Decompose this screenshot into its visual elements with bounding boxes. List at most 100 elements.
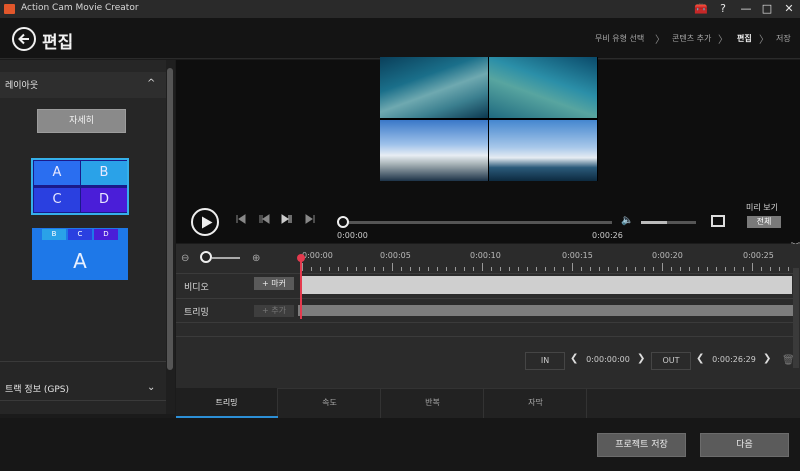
step-back-icon[interactable] — [258, 214, 270, 227]
in-prev-icon[interactable]: ❮ — [570, 353, 578, 364]
breadcrumb-item-content: 콘텐츠 추가 — [672, 34, 712, 43]
preview-label: 미리 보기 — [746, 203, 778, 212]
tab-trim[interactable]: 트리밍 — [176, 388, 278, 418]
tick-label: 0:00:25 — [743, 251, 774, 260]
ruler-tick — [599, 267, 600, 271]
toolbox-icon[interactable]: 🧰 — [690, 1, 712, 17]
ruler-tick — [509, 267, 510, 271]
skip-start-icon[interactable] — [236, 214, 246, 227]
ruler-tick — [716, 267, 717, 271]
zoom-in-icon[interactable]: ⊕ — [252, 253, 260, 264]
out-time[interactable]: 0:00:26:29 — [708, 352, 760, 370]
tab-repeat[interactable]: 반복 — [382, 388, 484, 418]
layout-cell-d: D — [94, 229, 118, 240]
current-time: 0:00:00 — [337, 231, 368, 240]
tick-label: 0:00:05 — [380, 251, 411, 260]
play-icon — [202, 216, 213, 229]
play-button[interactable] — [191, 208, 219, 236]
seek-bar[interactable] — [342, 221, 612, 224]
divider — [0, 361, 166, 362]
ruler-tick — [320, 267, 321, 271]
ruler-tick — [545, 267, 546, 271]
back-button[interactable] — [12, 27, 36, 51]
playhead-handle[interactable] — [297, 254, 305, 262]
ruler-tick — [356, 267, 357, 271]
timeline-ruler[interactable] — [302, 263, 792, 271]
track-label-trim: 트리밍 — [184, 308, 209, 318]
ruler-tick — [662, 263, 663, 271]
ruler-tick — [482, 263, 483, 271]
tab-speed[interactable]: 속도 — [279, 388, 381, 418]
divider — [176, 273, 796, 274]
ruler-tick — [779, 267, 780, 271]
video-tile-a — [380, 57, 488, 118]
ruler-tick — [302, 263, 303, 271]
zoom-slider[interactable] — [212, 257, 240, 259]
skip-end-icon[interactable] — [305, 214, 315, 227]
ruler-tick — [374, 267, 375, 271]
timeline-scrollbar[interactable] — [793, 268, 799, 368]
chevron-down-icon[interactable]: ⌄ — [147, 382, 155, 393]
add-trim-button[interactable]: + 추가 — [254, 305, 294, 317]
layout-section-label: 레이아웃 — [5, 81, 39, 91]
ruler-tick — [572, 263, 573, 271]
out-next-icon[interactable]: ❯ — [763, 353, 771, 364]
ruler-tick — [473, 267, 474, 271]
left-scrollbar-thumb[interactable] — [167, 68, 173, 370]
ruler-tick — [698, 267, 699, 271]
volume-icon[interactable]: 🔈 — [621, 215, 633, 226]
layout-cell-a: A — [34, 161, 80, 185]
ruler-tick — [392, 263, 393, 271]
in-time[interactable]: 0:00:00:00 — [582, 352, 634, 370]
step-forward-icon[interactable] — [281, 214, 293, 227]
add-marker-button[interactable]: + 마커 — [254, 277, 294, 290]
ruler-tick — [689, 267, 690, 271]
in-next-icon[interactable]: ❯ — [637, 353, 645, 364]
ruler-tick — [563, 267, 564, 271]
tick-label: 0:00:00 — [302, 251, 333, 260]
zoom-handle[interactable] — [200, 251, 212, 263]
divider — [176, 336, 796, 337]
trash-icon[interactable]: 🗑 — [782, 355, 795, 366]
ruler-tick — [788, 267, 789, 271]
video-preview — [380, 57, 598, 181]
next-button[interactable]: 다음 — [700, 433, 789, 457]
video-track-clip[interactable] — [302, 276, 792, 294]
help-button[interactable]: ? — [712, 1, 734, 17]
trim-track-clip[interactable] — [298, 305, 794, 316]
layout-cell-b: B — [42, 229, 66, 240]
tab-subtitle[interactable]: 자막 — [485, 388, 587, 418]
ruler-tick — [464, 267, 465, 271]
maximize-button[interactable]: □ — [756, 1, 778, 17]
chevron-up-icon[interactable]: ^ — [147, 78, 155, 89]
save-project-button[interactable]: 프로젝트 저장 — [597, 433, 686, 457]
ruler-tick — [581, 267, 582, 271]
ruler-tick — [707, 267, 708, 271]
gps-section-label[interactable]: 트랙 정보 (GPS) — [5, 382, 69, 395]
video-tile-d — [489, 120, 597, 181]
ruler-tick — [437, 267, 438, 271]
fullscreen-icon[interactable] — [711, 215, 725, 227]
ruler-tick — [626, 267, 627, 271]
ruler-tick — [329, 267, 330, 271]
playhead[interactable] — [300, 255, 302, 319]
divider — [176, 298, 796, 299]
video-tile-b — [489, 57, 597, 118]
ruler-tick — [401, 267, 402, 271]
ruler-tick — [617, 267, 618, 271]
layout-option-quad[interactable]: A B C D — [31, 158, 129, 215]
ruler-tick — [419, 267, 420, 271]
ruler-tick — [500, 267, 501, 271]
ruler-tick — [752, 263, 753, 271]
minimize-button[interactable]: — — [735, 1, 757, 17]
layout-cell-c: C — [34, 188, 80, 212]
seek-handle[interactable] — [337, 216, 349, 228]
detail-button[interactable]: 자세히 — [37, 109, 126, 133]
preview-all-button[interactable]: 전체 — [747, 216, 781, 228]
zoom-out-icon[interactable]: ⊖ — [181, 253, 189, 264]
video-tile-c — [380, 120, 488, 181]
layout-cell-b: B — [81, 161, 127, 185]
out-prev-icon[interactable]: ❮ — [696, 353, 704, 364]
layout-option-tall[interactable]: B C D A — [32, 228, 128, 280]
close-button[interactable]: ✕ — [778, 1, 800, 17]
